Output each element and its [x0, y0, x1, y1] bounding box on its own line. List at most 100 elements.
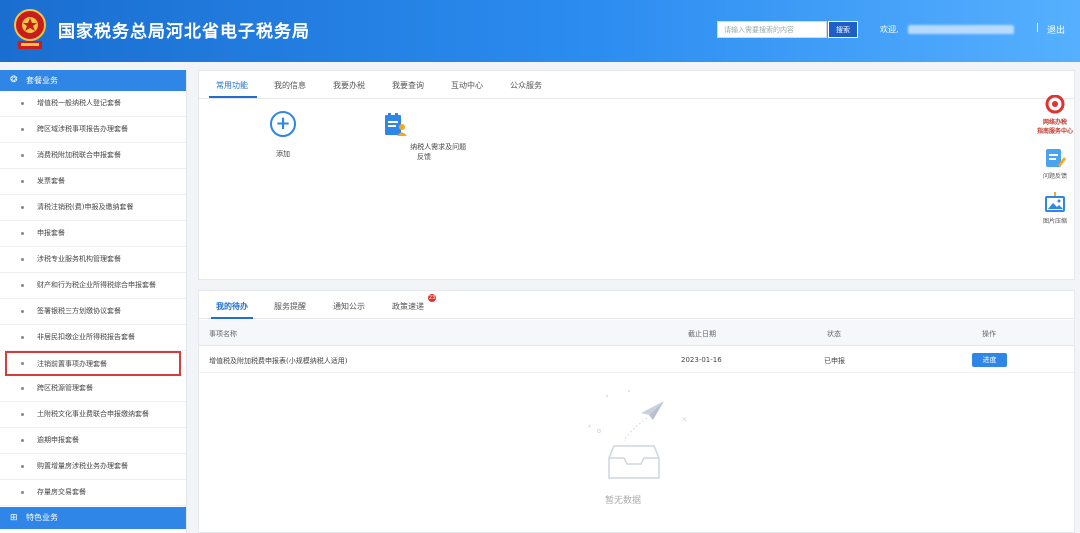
sidebar-item[interactable]: 非居民扣缴企业所得税报告套餐 — [0, 325, 186, 351]
feedback-function-label: 纳税人需求及问题反馈 — [410, 143, 467, 161]
username-redacted — [908, 25, 1014, 34]
plus-icon: + — [270, 111, 296, 137]
bullet-icon — [21, 491, 24, 494]
col-status: 状态 — [827, 330, 841, 338]
service-center-icon — [1045, 95, 1065, 114]
package-icon: ❂ — [10, 75, 18, 85]
col-item-name: 事项名称 — [209, 330, 237, 338]
bullet-icon — [21, 310, 24, 313]
sidebar-list: 增值税一般纳税人登记套餐 跨区域涉税事项报告办理套餐 消费税附加税联合申报套餐 发票套… — [0, 91, 186, 506]
tab-notices[interactable]: 通知公示 — [333, 301, 365, 312]
search-input[interactable]: 请输入需要搜索的内容 — [717, 21, 827, 38]
bullet-icon — [21, 180, 24, 183]
service-center-label: 网络办税 指南服务中心 — [1036, 119, 1073, 135]
sidebar-item-label: 土附税文化事业费联合申报缴纳套餐 — [37, 410, 149, 418]
tab-my-todo[interactable]: 我的待办 — [216, 301, 248, 312]
todo-panel: 我的待办 服务提醒 通知公示 政策速递 23 事项名称 截止日期 状态 操作 增… — [198, 290, 1075, 533]
empty-state-text: 暂无数据 — [605, 496, 642, 506]
welcome-text: 欢迎, — [880, 25, 899, 34]
image-compress-icon — [1045, 192, 1065, 212]
sidebar-item-label: 清税注销税(费)申报及缴纳套餐 — [37, 203, 134, 211]
progress-button[interactable]: 进度 — [972, 353, 1007, 367]
image-compress-label: 图片压缩 — [1042, 218, 1067, 225]
tab-tax-handling[interactable]: 我要办税 — [333, 80, 365, 91]
feedback-tool-label: 问题反馈 — [1042, 173, 1067, 180]
grid-icon: ⊞ — [10, 513, 18, 523]
sidebar-item-label: 逾期申报套餐 — [37, 436, 79, 444]
sidebar-section-label: 套餐业务 — [26, 76, 58, 85]
tab-query[interactable]: 我要查询 — [392, 80, 424, 91]
main-tabs: 常用功能 我的信息 我要办税 我要查询 互动中心 公众服务 — [199, 71, 1074, 99]
sidebar-item-label: 非居民扣缴企业所得税报告套餐 — [37, 333, 135, 341]
todo-tabs: 我的待办 服务提醒 通知公示 政策速递 23 — [199, 291, 1074, 319]
bullet-icon — [21, 128, 24, 131]
bullet-icon — [21, 362, 24, 365]
feedback-tool[interactable]: 问题反馈 — [1034, 147, 1076, 180]
service-center-tool[interactable]: 网络办税 指南服务中心 — [1034, 95, 1076, 135]
document-user-icon — [384, 113, 407, 136]
row-item-name: 增值税及附加税费申报表(小规模纳税人适用) — [209, 357, 348, 365]
sidebar-item[interactable]: 签署银税三方划缴协议套餐 — [0, 299, 186, 325]
active-todo-tab-indicator — [211, 317, 253, 319]
sidebar-item[interactable]: 财产和行为税企业所得税综合申报套餐 — [0, 273, 186, 299]
sidebar-item[interactable]: 消费税附加税联合申报套餐 — [0, 143, 186, 169]
add-function-label: 添加 — [276, 150, 290, 158]
bullet-icon — [21, 465, 24, 468]
row-deadline: 2023-01-16 — [681, 356, 722, 364]
tab-common-functions[interactable]: 常用功能 — [216, 80, 248, 91]
bullet-icon — [21, 154, 24, 157]
bullet-icon — [21, 387, 24, 390]
sidebar-item[interactable]: 申报套餐 — [0, 221, 186, 247]
sidebar-section-package[interactable]: ❂ 套餐业务 — [0, 70, 186, 91]
tab-policy-express[interactable]: 政策速递 — [392, 301, 424, 312]
sidebar-item-label: 消费税附加税联合申报套餐 — [37, 151, 121, 159]
header-separator: | — [1036, 23, 1040, 33]
sidebar-item-label: 跨区税源管理套餐 — [37, 384, 93, 392]
sidebar-item[interactable]: 注销前置事项办理套餐 — [5, 351, 181, 376]
sidebar-item[interactable]: 清税注销税(费)申报及缴纳套餐 — [0, 195, 186, 221]
sidebar-item[interactable]: 逾期申报套餐 — [0, 428, 186, 454]
tab-public-service[interactable]: 公众服务 — [510, 80, 542, 91]
sidebar-item[interactable]: 购置增量房涉税业务办理套餐 — [0, 454, 186, 480]
feedback-icon — [1046, 149, 1066, 167]
sidebar-item[interactable]: 跨区税源管理套餐 — [0, 376, 186, 402]
floating-toolbar: 网络办税 指南服务中心 问题反馈 图片压缩 — [1034, 95, 1076, 237]
sidebar-item[interactable]: 涉税专业服务机构管理套餐 — [0, 247, 186, 273]
bullet-icon — [21, 232, 24, 235]
feedback-function-button[interactable]: 纳税人需求及问题反馈 — [379, 111, 469, 162]
sidebar-section2-label: 特色业务 — [26, 513, 58, 522]
col-deadline: 截止日期 — [688, 330, 716, 338]
tab-interaction[interactable]: 互动中心 — [451, 80, 483, 91]
tax-emblem-icon — [14, 9, 46, 49]
row-status: 已申报 — [824, 357, 845, 365]
sidebar-section-featured[interactable]: ⊞ 特色业务 — [0, 507, 186, 529]
sidebar-item[interactable]: 发票套餐 — [0, 169, 186, 195]
svg-text:✕: ✕ — [681, 415, 688, 424]
sidebar-item-label: 申报套餐 — [37, 229, 65, 237]
common-functions-panel: 常用功能 我的信息 我要办税 我要查询 互动中心 公众服务 + 添加 纳税人需求… — [198, 70, 1075, 280]
sidebar-item-label: 跨区域涉税事项报告办理套餐 — [37, 125, 128, 133]
search-button[interactable]: 搜索 — [828, 21, 858, 38]
tab-my-info[interactable]: 我的信息 — [274, 80, 306, 91]
sidebar-item-label: 发票套餐 — [37, 177, 65, 185]
sidebar-item[interactable]: 跨区域涉税事项报告办理套餐 — [0, 117, 186, 143]
bullet-icon — [21, 284, 24, 287]
site-title: 国家税务总局河北省电子税务局 — [58, 22, 310, 42]
sidebar-item-label: 增值税一般纳税人登记套餐 — [37, 99, 121, 107]
sidebar-item[interactable]: 存量房交易套餐 — [0, 480, 186, 506]
logout-link[interactable]: 退出 — [1047, 23, 1065, 36]
bullet-icon — [21, 439, 24, 442]
sidebar-item-label: 签署银税三方划缴协议套餐 — [37, 307, 121, 315]
tab-service-reminder[interactable]: 服务提醒 — [274, 301, 306, 312]
add-function-button[interactable]: + 添加 — [261, 111, 305, 159]
svg-text:✕: ✕ — [587, 423, 592, 430]
sidebar-item[interactable]: 增值税一般纳税人登记套餐 — [0, 91, 186, 117]
sidebar-item[interactable]: 土附税文化事业费联合申报缴纳套餐 — [0, 402, 186, 428]
table-row: 增值税及附加税费申报表(小规模纳税人适用) 2023-01-16 已申报 进度 — [199, 346, 1074, 373]
image-compress-tool[interactable]: 图片压缩 — [1034, 192, 1076, 225]
bullet-icon — [21, 336, 24, 339]
sidebar-item-label: 存量房交易套餐 — [37, 488, 86, 496]
sidebar-item-label: 购置增量房涉税业务办理套餐 — [37, 462, 128, 470]
bullet-icon — [21, 206, 24, 209]
table-header: 事项名称 截止日期 状态 操作 — [199, 320, 1074, 346]
